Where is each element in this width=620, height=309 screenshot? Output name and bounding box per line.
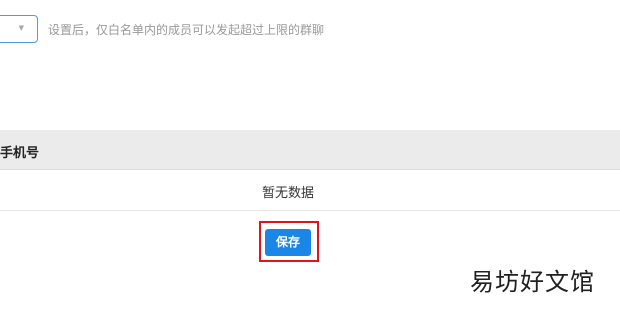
- limit-select[interactable]: ▼: [0, 15, 38, 43]
- save-button[interactable]: 保存: [265, 229, 311, 256]
- empty-state-text: 暂无数据: [261, 186, 314, 201]
- table-header: 手机号: [0, 130, 620, 170]
- table-empty-row: 暂无数据: [0, 170, 620, 211]
- whitelist-hint: 设置后，仅白名单内的成员可以发起超过上限的群聊: [48, 23, 325, 37]
- chevron-down-icon: ▼: [18, 24, 24, 32]
- column-header-phone: 手机号: [0, 146, 40, 161]
- watermark: 易坊好文馆: [470, 268, 595, 296]
